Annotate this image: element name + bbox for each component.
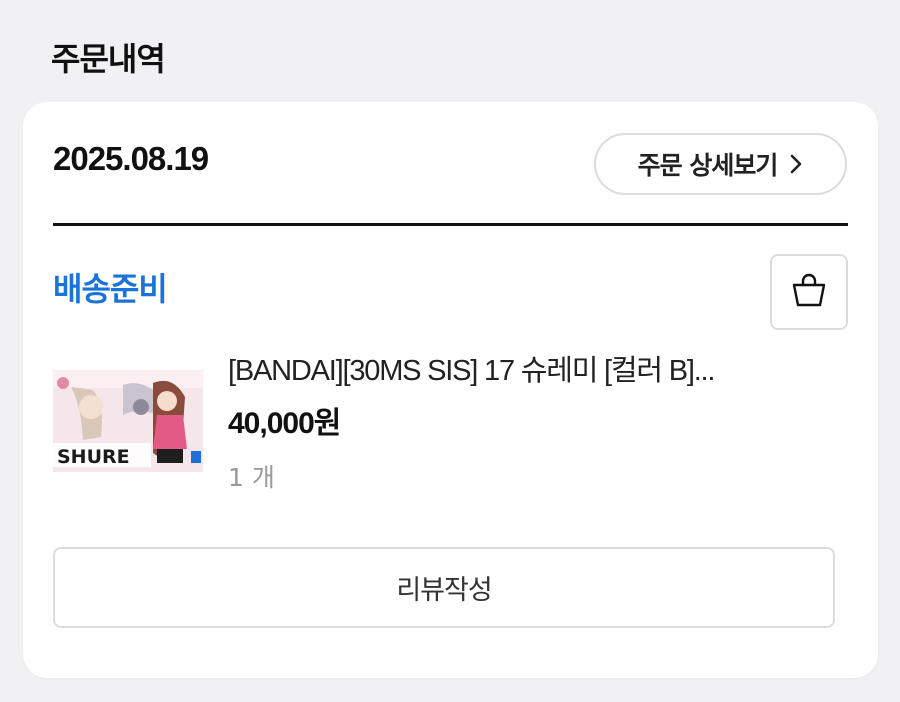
write-review-label: 리뷰작성	[396, 575, 492, 606]
write-review-button[interactable]: 리뷰작성	[53, 547, 835, 628]
chevron-right-icon	[789, 153, 803, 175]
page-title: 주문내역	[51, 40, 166, 78]
divider	[53, 223, 848, 226]
order-date: 2025.08.19	[53, 140, 209, 177]
order-detail-label: 주문 상세보기	[637, 151, 779, 180]
product-quantity: 1 개	[228, 463, 275, 492]
shopping-bag-icon	[790, 271, 828, 313]
order-card: 2025.08.19 주문 상세보기 배송준비 SHURE [BANDAI][3…	[23, 102, 878, 678]
order-status: 배송준비	[53, 270, 168, 308]
product-price: 40,000원	[228, 407, 341, 440]
product-thumbnail[interactable]: SHURE	[53, 345, 203, 495]
thumbnail-logo-text: SHURE	[57, 446, 130, 468]
add-to-cart-button[interactable]	[770, 254, 848, 330]
order-detail-button[interactable]: 주문 상세보기	[594, 133, 847, 195]
product-name[interactable]: [BANDAI][30MS SIS] 17 슈레미 [컬러 B]...	[228, 347, 715, 389]
